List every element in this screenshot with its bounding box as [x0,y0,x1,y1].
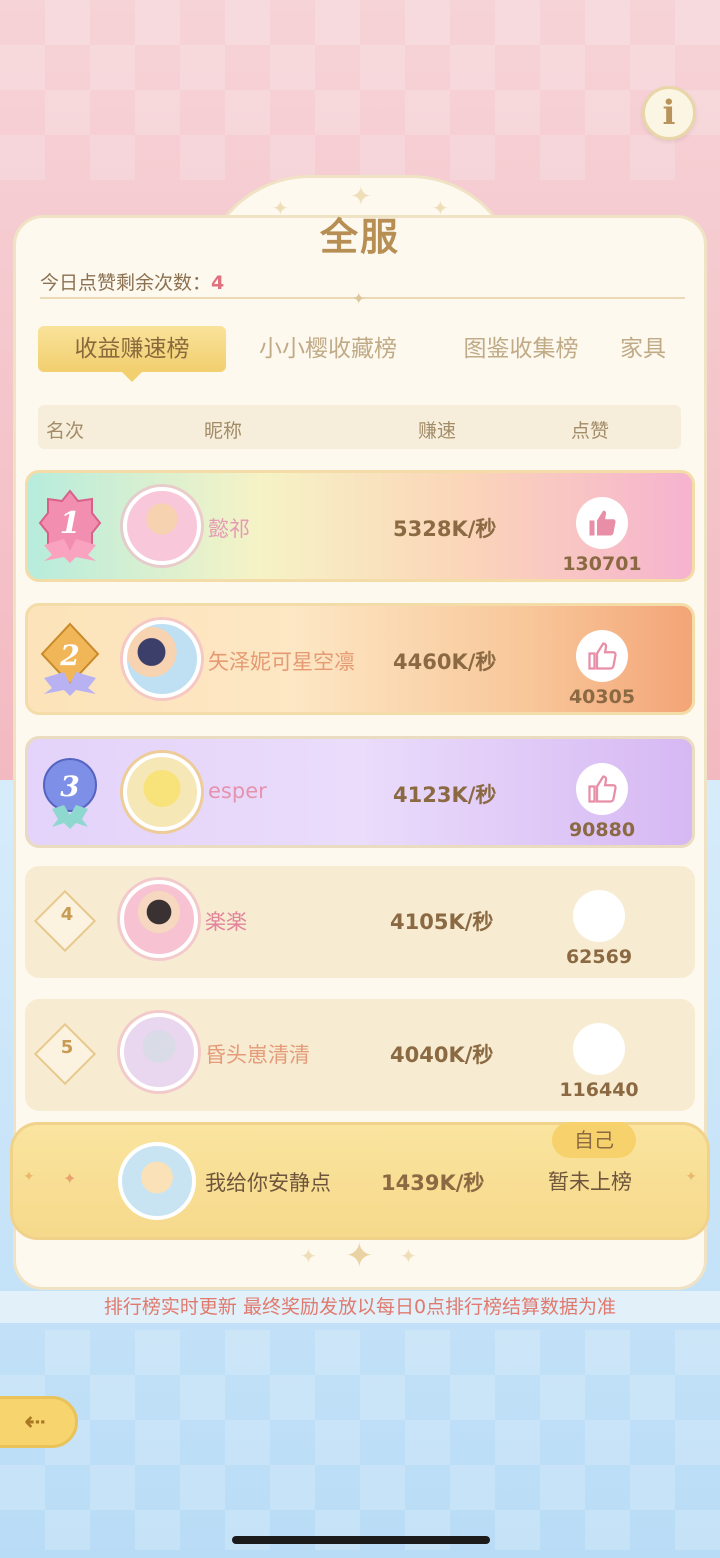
page-title: 全服 [319,215,400,259]
like-count: 90880 [568,819,636,841]
table-header: 名次 昵称 赚速 点赞 [38,405,681,449]
income-speed: 4123K/秒 [393,783,497,807]
player-nickname[interactable]: 矢泽妮可星空凛 [208,646,355,676]
rank-2-medal-icon: 2 [40,622,100,696]
sparkle-icon: ✦ [63,1169,77,1188]
back-arrow-icon: ⇠ [24,1407,46,1437]
table-row: 5 昏头崽清清 4040K/秒 116440 [25,999,695,1111]
income-speed: 4105K/秒 [390,910,494,934]
svg-text:3: 3 [60,770,79,803]
table-row: 1 懿祁 5328K/秒 130701 [25,470,695,582]
thumbs-up-icon [588,642,617,670]
tab-sakura-collection[interactable]: 小小樱收藏榜 [238,326,418,372]
player-nickname[interactable]: esper [208,779,267,803]
background-pattern-top [0,0,720,180]
like-button[interactable] [576,763,628,815]
rank-number: 5 [60,1037,74,1058]
avatar[interactable] [120,880,198,958]
self-rank-status: 暂未上榜 [548,1170,632,1194]
background-pattern-bottom [0,1330,720,1550]
sparkle-icon: ✦ [23,1169,35,1185]
self-avatar[interactable] [118,1142,196,1220]
thumbs-up-icon [588,775,617,803]
avatar[interactable] [120,1013,198,1091]
like-button[interactable] [573,890,625,942]
like-count: 116440 [559,1079,639,1101]
divider-star-icon: ✦ [352,289,366,308]
table-row: 2 矢泽妮可星空凛 4460K/秒 40305 [25,603,695,715]
sparkle-icon: ✦ [685,1169,697,1185]
svg-text:1: 1 [60,506,81,541]
table-row: 3 esper 4123K/秒 90880 [25,736,695,848]
likes-remaining-value: 4 [211,272,225,294]
info-button[interactable]: i [642,86,696,140]
home-indicator[interactable] [232,1536,490,1544]
header-speed: 赚速 [418,420,457,442]
self-nickname: 我给你安静点 [205,1171,331,1195]
tab-furniture[interactable]: 家具 [620,326,690,372]
rank-3-medal-icon: 3 [43,758,97,829]
income-speed: 4040K/秒 [390,1043,494,1067]
rank-number: 4 [60,904,74,925]
player-nickname[interactable]: 昏头崽清清 [205,1039,310,1069]
like-count: 130701 [562,553,642,575]
table-row: 4 楽楽 4105K/秒 62569 [25,866,695,978]
sparkle-icon: ✦ [300,1244,317,1268]
thumbs-up-icon [589,510,616,536]
player-nickname[interactable]: 懿祁 [208,513,250,543]
like-count: 62569 [565,946,633,968]
like-button[interactable] [576,497,628,549]
header-nickname: 昵称 [204,420,243,442]
tab-income-speed[interactable]: 收益赚速榜 [38,326,226,382]
info-icon: i [662,93,676,133]
rank-1-medal-icon: 1 [38,489,102,563]
likes-remaining-label: 今日点赞剩余次数： [40,272,212,294]
svg-text:2: 2 [59,639,79,672]
header-rank: 名次 [46,420,85,442]
player-nickname[interactable]: 楽楽 [205,906,247,936]
avatar[interactable] [123,487,201,565]
self-income-speed: 1439K/秒 [381,1171,485,1195]
income-speed: 5328K/秒 [393,517,497,541]
income-speed: 4460K/秒 [393,650,497,674]
back-button[interactable]: ⇠ [0,1396,78,1448]
tab-illustrated-collection[interactable]: 图鉴收集榜 [436,326,606,372]
like-button[interactable] [576,630,628,682]
likes-remaining: 今日点赞剩余次数：4 [40,268,224,295]
self-badge: 自己 [552,1122,636,1158]
header-like: 点赞 [571,420,610,442]
sparkle-icon: ✦ [400,1244,417,1268]
footer-note: 排行榜实时更新 最终奖励发放以每日0点排行榜结算数据为准 [0,1291,720,1323]
like-button[interactable] [573,1023,625,1075]
avatar[interactable] [123,753,201,831]
compass-star-icon: ✦ [345,1236,374,1276]
avatar[interactable] [123,620,201,698]
tab-bar: 收益赚速榜 小小樱收藏榜 图鉴收集榜 家具 [38,326,690,382]
like-count: 40305 [568,686,636,708]
